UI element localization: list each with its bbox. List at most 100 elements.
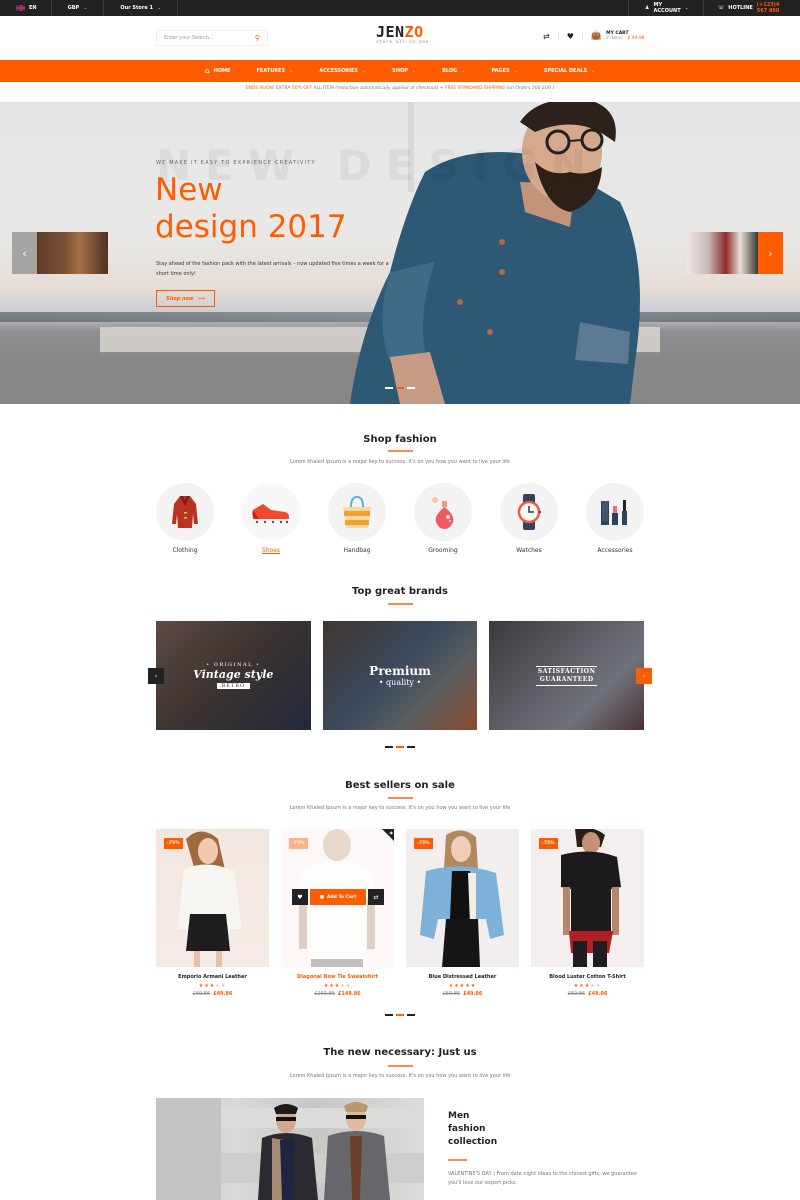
category-label: Accessories — [597, 547, 633, 554]
category-clothing[interactable]: Clothing — [156, 483, 214, 554]
necessary-title: The new necessary: Just us — [323, 1047, 477, 1058]
wishlist-heart-icon[interactable]: ♥ — [567, 32, 574, 41]
product-image[interactable]: -75% — [531, 829, 644, 967]
currency-selector[interactable]: GBP ⌄ — [52, 0, 105, 16]
old-price: £269.86 — [314, 991, 335, 997]
brand-card-satisfaction[interactable]: SATISFACTION GUARANTEED — [489, 621, 645, 730]
category-accessories[interactable]: Accessories — [586, 483, 644, 554]
category-grooming[interactable]: Grooming — [414, 483, 472, 554]
add-to-cart-button[interactable]: ■ Add To Cart — [310, 889, 366, 905]
nav-blog[interactable]: BLOG ⌄ — [429, 68, 478, 74]
product-image[interactable]: -75% — [406, 829, 519, 967]
next-slide-thumbnail — [687, 232, 758, 274]
rating-stars: ★★★★★ — [531, 983, 644, 989]
page-dot[interactable] — [407, 746, 415, 748]
nav-home[interactable]: ⌂ HOME — [192, 67, 244, 75]
chevron-down-icon: ⌄ — [591, 68, 596, 74]
nav-pages[interactable]: PAGES ⌄ — [478, 68, 530, 74]
chevron-down-icon: ⌄ — [361, 68, 367, 74]
slide-dot[interactable] — [407, 387, 415, 389]
search-input[interactable]: Enter your Search... — [164, 35, 255, 41]
chevron-right-icon: › — [642, 672, 646, 680]
category-handbag[interactable]: Handbag — [328, 483, 386, 554]
language-selector[interactable]: EN — [0, 0, 52, 16]
product-image[interactable]: -75% ◉ ♥ ■ Add To Cart ⇄ — [281, 829, 394, 967]
star-empty-icon: ★ — [220, 983, 227, 989]
page-dot[interactable] — [407, 1014, 415, 1016]
my-account-menu[interactable]: ♟ MY ACCOUNT ⌄ — [628, 0, 703, 16]
chevron-left-icon: ‹ — [154, 672, 158, 680]
slide-dot[interactable] — [385, 387, 393, 389]
phone-icon: ☏ — [718, 5, 725, 11]
product-card-hovered[interactable]: -75% ◉ ♥ ■ Add To Cart ⇄ Diagonal Bow Ti… — [281, 829, 394, 997]
category-shoes[interactable]: Shoes — [242, 483, 300, 554]
my-account-label: MY ACCOUNT — [653, 2, 681, 14]
men-collection-image[interactable] — [156, 1098, 424, 1200]
nav-features[interactable]: FEATURES ⌄ — [244, 68, 307, 74]
rating-stars: ★★★★★ — [281, 983, 394, 989]
page-dot[interactable] — [385, 746, 393, 748]
product-image[interactable]: -75% — [156, 829, 269, 967]
nav-label: FEATURES — [256, 68, 286, 74]
category-list: Clothing Shoes Handbag Grooming Watches … — [156, 483, 644, 554]
site-logo[interactable]: JENZO store all in one — [376, 24, 429, 45]
category-label: Shoes — [261, 547, 281, 554]
product-name[interactable]: Emporio Armani Leather — [156, 974, 269, 980]
language-label: EN — [29, 5, 37, 11]
prev-slide-thumbnail — [37, 232, 108, 274]
promo-text: 50% OFF — [291, 86, 313, 91]
product-card[interactable]: -75% Blood Luster Cotton T-Shirt ★★★★★ £… — [531, 829, 644, 997]
brands-next-button[interactable]: › — [636, 668, 652, 684]
hotline-number[interactable]: (+123)4 567 890 — [757, 2, 786, 14]
hotline: ☏ HOTLINE (+123)4 567 890 — [703, 0, 800, 16]
next-slide-button[interactable]: › — [687, 232, 783, 274]
slide-dot-active[interactable] — [396, 387, 404, 389]
add-to-wishlist-button[interactable]: ♥ — [292, 889, 308, 905]
product-price: £69.86 £49.86 — [406, 991, 519, 997]
product-name[interactable]: Blood Luster Cotton T-Shirt — [531, 974, 644, 980]
store-selector[interactable]: Our Store 1 ⌄ — [104, 0, 179, 16]
search-box[interactable]: Enter your Search... ⚲ — [156, 30, 268, 46]
eye-icon[interactable]: ◉ — [390, 830, 394, 835]
hero-description: Stay ahead of the fashion pack with the … — [156, 261, 389, 277]
hero-pagination — [385, 387, 415, 389]
currency-label: GBP — [67, 5, 80, 11]
logo-prefix: JEN — [376, 23, 405, 41]
category-watches[interactable]: Watches — [500, 483, 558, 554]
promo-text: ALL ITEM — [312, 86, 336, 91]
prev-slide-button[interactable]: ‹ — [12, 232, 108, 274]
shop-now-button[interactable]: Shop now ⟶ — [156, 290, 215, 307]
compare-button[interactable]: ⇄ — [368, 889, 384, 905]
divider — [581, 32, 583, 40]
nav-label: SPECIAL DEALS — [543, 68, 588, 74]
discount-badge: -75% — [289, 838, 308, 849]
perfume-icon — [432, 497, 454, 529]
star-empty-icon: ★ — [345, 983, 352, 989]
site-header: Enter your Search... ⚲ JENZO store all i… — [0, 16, 800, 60]
nav-label: SHOP — [392, 68, 408, 74]
page-dot-active[interactable] — [396, 746, 404, 748]
nav-accessories[interactable]: ACCESSORIES ⌄ — [306, 68, 379, 74]
page-dot[interactable] — [385, 1014, 393, 1016]
top-bar: EN GBP ⌄ Our Store 1 ⌄ ♟ MY ACCOUNT ⌄ ☏ … — [0, 0, 800, 16]
compare-shuffle-icon[interactable]: ⇄ — [543, 32, 550, 41]
promo-text[interactable]: FREE STANDARD SHIPPING — [445, 86, 505, 91]
promo-banner: ENDS SOON: EXTRA 50% OFF ALL ITEM (reduc… — [0, 86, 800, 91]
best-sellers-subtitle: Lorem Khaled Ipsum is a major key to suc… — [289, 805, 511, 811]
brand-carousel: • ORIGINAL • Vintage style RETRO Premium… — [156, 621, 645, 730]
hero-title: New design 2017 — [155, 172, 347, 246]
product-name[interactable]: Blue Distressed Leather — [406, 974, 519, 980]
search-icon[interactable]: ⚲ — [255, 34, 260, 42]
brands-prev-button[interactable]: ‹ — [148, 668, 164, 684]
product-name[interactable]: Diagonal Bow Tie Sweatshirt — [281, 974, 394, 980]
discount-badge: -75% — [539, 838, 558, 849]
category-label: Grooming — [428, 547, 458, 554]
page-dot-active[interactable] — [396, 1014, 404, 1016]
mini-cart[interactable]: 👜 MY CART 2 items - $ 49.98 — [591, 31, 645, 41]
nav-shop[interactable]: SHOP ⌄ — [379, 68, 429, 74]
brand-card-vintage[interactable]: • ORIGINAL • Vintage style RETRO — [156, 621, 311, 730]
product-card[interactable]: -75% Emporio Armani Leather ★★★★★ £69.86… — [156, 829, 269, 997]
product-card[interactable]: -75% Blue Distressed Leather ★★★★★ £69.8… — [406, 829, 519, 997]
brand-card-premium[interactable]: Premium • quality • — [322, 621, 478, 730]
nav-special-deals[interactable]: SPECIAL DEALS ⌄ — [531, 68, 608, 74]
